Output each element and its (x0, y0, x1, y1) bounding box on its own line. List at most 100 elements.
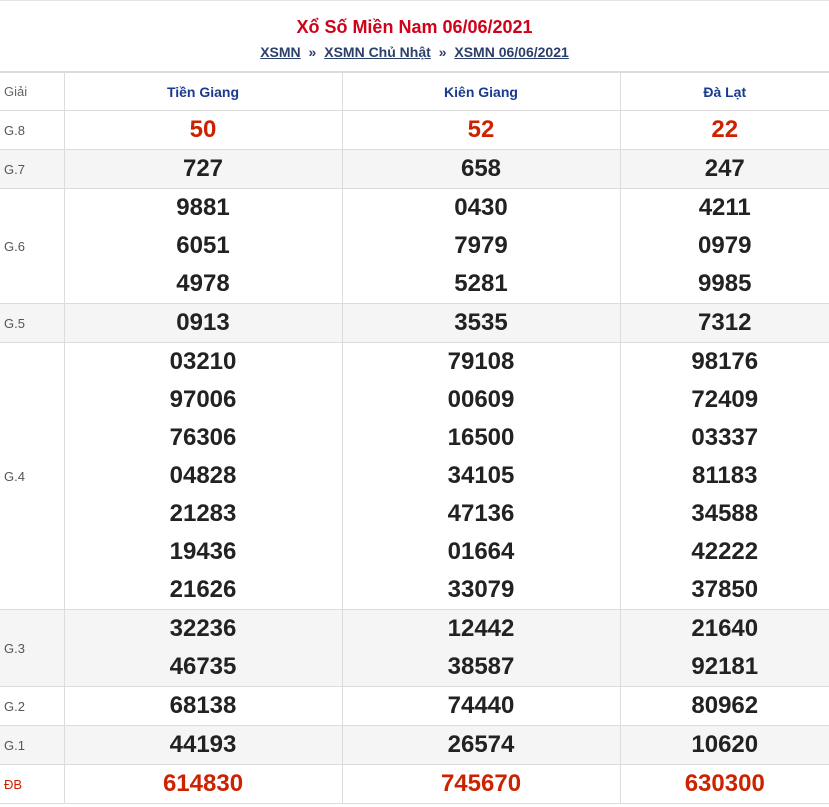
prize-number: 3535 (454, 309, 508, 336)
prize-number: 0979 (698, 232, 752, 259)
prize-number: 76306 (169, 424, 237, 451)
prize-number: 745670 (440, 770, 522, 797)
table-row: G.6 9881 6051 4978 0430 7979 5281 4211 0979 9985 (0, 188, 829, 304)
prize-label: ĐB (0, 764, 65, 804)
prize-number: 44193 (169, 731, 237, 758)
prize-number: 7312 (698, 309, 752, 336)
results-panel: Xổ Số Miền Nam 06/06/2021 XSMN » XSMN Ch… (0, 0, 829, 804)
breadcrumb-separator: » (438, 44, 447, 60)
prize-number: 34588 (691, 500, 759, 527)
prize-label: G.7 (0, 149, 65, 189)
prize-cell: 4211 0979 9985 (619, 188, 829, 304)
prize-number: 92181 (691, 653, 759, 680)
prize-cell: 79108 00609 16500 34105 47136 01664 33079 (341, 342, 621, 610)
prize-number: 34105 (447, 462, 515, 489)
header-province-3[interactable]: Đà Lạt (619, 72, 829, 111)
header-province-2[interactable]: Kiên Giang (341, 72, 621, 111)
prize-number: 03337 (691, 424, 759, 451)
prize-cell: 32236 46735 (63, 609, 343, 687)
breadcrumb-link-xsmn-date[interactable]: XSMN 06/06/2021 (454, 44, 568, 60)
prize-number: 0913 (176, 309, 230, 336)
prize-label: G.5 (0, 303, 65, 343)
prize-number: 26574 (447, 731, 515, 758)
prize-number: 79108 (447, 348, 515, 375)
prize-label: G.2 (0, 686, 65, 726)
prize-cell: 21640 92181 (619, 609, 829, 687)
header-prize-label: Giải (0, 72, 65, 111)
prize-number: 4978 (176, 270, 230, 297)
prize-number: 01664 (447, 538, 515, 565)
prize-number: 630300 (684, 770, 765, 797)
prize-cell: 0913 (63, 303, 343, 343)
table-header-row: Giải Tiền Giang Kiên Giang Đà Lạt (0, 72, 829, 111)
prize-cell: 50 (63, 110, 343, 150)
prize-number: 80962 (691, 692, 759, 719)
prize-number: 19436 (169, 538, 237, 565)
table-row: G.4 03210 97006 76306 04828 21283 19436 21626 79… (0, 342, 829, 610)
prize-cell: 727 (63, 149, 343, 189)
page-title: Xổ Số Miền Nam 06/06/2021 (296, 17, 533, 37)
prize-cell: 0430 7979 5281 (341, 188, 621, 304)
table-row: ĐB 614830 745670 630300 (0, 764, 829, 804)
prize-number: 32236 (169, 615, 237, 642)
prize-number: 81183 (692, 462, 758, 489)
prize-cell: 614830 (63, 764, 343, 804)
table-row: G.3 32236 46735 12442 38587 21640 92181 (0, 609, 829, 687)
prize-number: 247 (704, 155, 745, 182)
prize-number: 03210 (169, 348, 237, 375)
prize-cell: 98176 72409 03337 81183 34588 42222 37850 (619, 342, 829, 610)
table-row: G.2 68138 74440 80962 (0, 686, 829, 726)
breadcrumb: XSMN » XSMN Chủ Nhật » XSMN 06/06/2021 (0, 42, 829, 62)
prize-cell: 7312 (619, 303, 829, 343)
prize-number: 12442 (447, 615, 515, 642)
prize-number: 658 (460, 155, 502, 182)
prize-cell: 26574 (341, 725, 621, 765)
prize-cell: 247 (619, 149, 829, 189)
prize-number: 97006 (169, 386, 237, 413)
prize-cell: 9881 6051 4978 (63, 188, 343, 304)
prize-cell: 80962 (619, 686, 829, 726)
prize-number: 22 (711, 116, 739, 143)
prize-number: 68138 (169, 692, 237, 719)
prize-number: 33079 (447, 576, 515, 603)
prize-number: 0430 (454, 194, 508, 221)
prize-cell: 3535 (341, 303, 621, 343)
prize-cell: 44193 (63, 725, 343, 765)
prize-label: G.3 (0, 609, 65, 687)
prize-number: 727 (182, 155, 224, 182)
prize-cell: 630300 (619, 764, 829, 804)
title-box: Xổ Số Miền Nam 06/06/2021 XSMN » XSMN Ch… (0, 1, 829, 72)
table-row: G.7 727 658 247 (0, 149, 829, 189)
prize-number: 9985 (698, 270, 752, 297)
prize-number: 50 (189, 116, 217, 143)
prize-number: 52 (467, 116, 495, 143)
prize-cell: 74440 (341, 686, 621, 726)
results-table: Giải Tiền Giang Kiên Giang Đà Lạt G.8 50 5… (0, 72, 829, 804)
prize-number: 6051 (176, 232, 230, 259)
breadcrumb-link-xsmn[interactable]: XSMN (260, 44, 300, 60)
prize-number: 9881 (176, 194, 230, 221)
prize-number: 38587 (447, 653, 515, 680)
prize-number: 21640 (691, 615, 759, 642)
prize-number: 00609 (447, 386, 515, 413)
table-row: G.1 44193 26574 10620 (0, 725, 829, 765)
prize-number: 42222 (691, 538, 759, 565)
prize-number: 04828 (169, 462, 237, 489)
prize-number: 98176 (691, 348, 759, 375)
prize-cell: 745670 (341, 764, 621, 804)
prize-number: 10620 (691, 731, 759, 758)
prize-number: 21626 (169, 576, 237, 603)
prize-label: G.1 (0, 725, 65, 765)
prize-number: 16500 (447, 424, 515, 451)
prize-cell: 658 (341, 149, 621, 189)
prize-label: G.4 (0, 342, 65, 610)
breadcrumb-link-xsmn-sunday[interactable]: XSMN Chủ Nhật (324, 44, 431, 60)
table-row: G.5 0913 3535 7312 (0, 303, 829, 343)
header-province-1[interactable]: Tiền Giang (63, 72, 343, 111)
prize-cell: 68138 (63, 686, 343, 726)
prize-number: 72409 (691, 386, 759, 413)
results-body: G.8 50 52 22 G.7 727 658 247 G.6 9881 6051 4978 0430… (0, 110, 829, 804)
table-row: G.8 50 52 22 (0, 110, 829, 150)
prize-label: G.6 (0, 188, 65, 304)
prize-cell: 22 (619, 110, 829, 150)
